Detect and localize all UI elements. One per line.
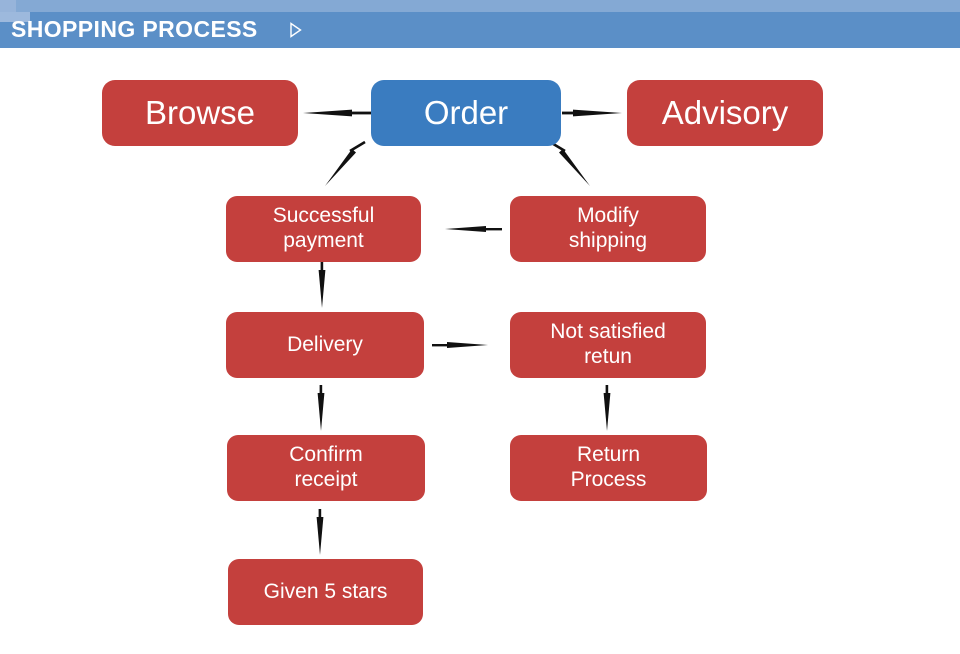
node-successful-payment[interactable]: Successful payment xyxy=(226,196,421,262)
edge-order-to-successful-payment xyxy=(325,140,366,186)
node-given-5-stars-label: Given 5 stars xyxy=(263,579,388,603)
page-title: SHOPPING PROCESS xyxy=(11,16,258,42)
node-browse[interactable]: Browse xyxy=(102,80,298,146)
edge-order-to-modify-shipping xyxy=(549,140,590,186)
edge-not-satisfied-to-return-process xyxy=(603,385,611,431)
header-corner-accent-upper xyxy=(0,0,16,12)
node-order[interactable]: Order xyxy=(371,80,561,146)
header-bar: SHOPPING PROCESS xyxy=(0,0,960,48)
edge-delivery-to-not-satisfied xyxy=(432,342,488,348)
node-given-5-stars[interactable]: Given 5 stars xyxy=(228,559,423,625)
node-browse-label: Browse xyxy=(144,93,256,131)
header-top-strip xyxy=(0,0,960,12)
edge-delivery-to-confirm-receipt xyxy=(317,385,325,431)
node-confirm-receipt-label: Confirm receipt xyxy=(289,443,363,491)
node-order-label: Order xyxy=(423,93,509,131)
edge-modify-shipping-to-successful-payment xyxy=(445,226,502,232)
edge-order-to-browse xyxy=(303,109,371,117)
node-delivery-label: Delivery xyxy=(287,332,363,356)
node-modify-shipping-label: Modify shipping xyxy=(568,204,648,252)
node-advisory[interactable]: Advisory xyxy=(627,80,823,146)
node-not-satisfied-retun[interactable]: Not satisfied retun xyxy=(510,312,706,378)
node-return-process[interactable]: Return Process xyxy=(510,435,707,501)
node-modify-shipping[interactable]: Modify shipping xyxy=(510,196,706,262)
node-not-satisfied-retun-label: Not satisfied retun xyxy=(550,320,666,368)
node-successful-payment-label: Successful payment xyxy=(272,204,375,252)
diagram-canvas: Browse Order Advisory Successful payment… xyxy=(0,48,960,654)
node-advisory-label: Advisory xyxy=(661,93,789,131)
node-delivery[interactable]: Delivery xyxy=(226,312,424,378)
node-return-process-label: Return Process xyxy=(570,443,647,491)
edge-order-to-advisory xyxy=(562,109,622,117)
node-confirm-receipt[interactable]: Confirm receipt xyxy=(227,435,425,501)
edge-confirm-receipt-to-given-5-stars xyxy=(316,509,324,555)
edge-successful-payment-to-delivery xyxy=(318,262,326,308)
